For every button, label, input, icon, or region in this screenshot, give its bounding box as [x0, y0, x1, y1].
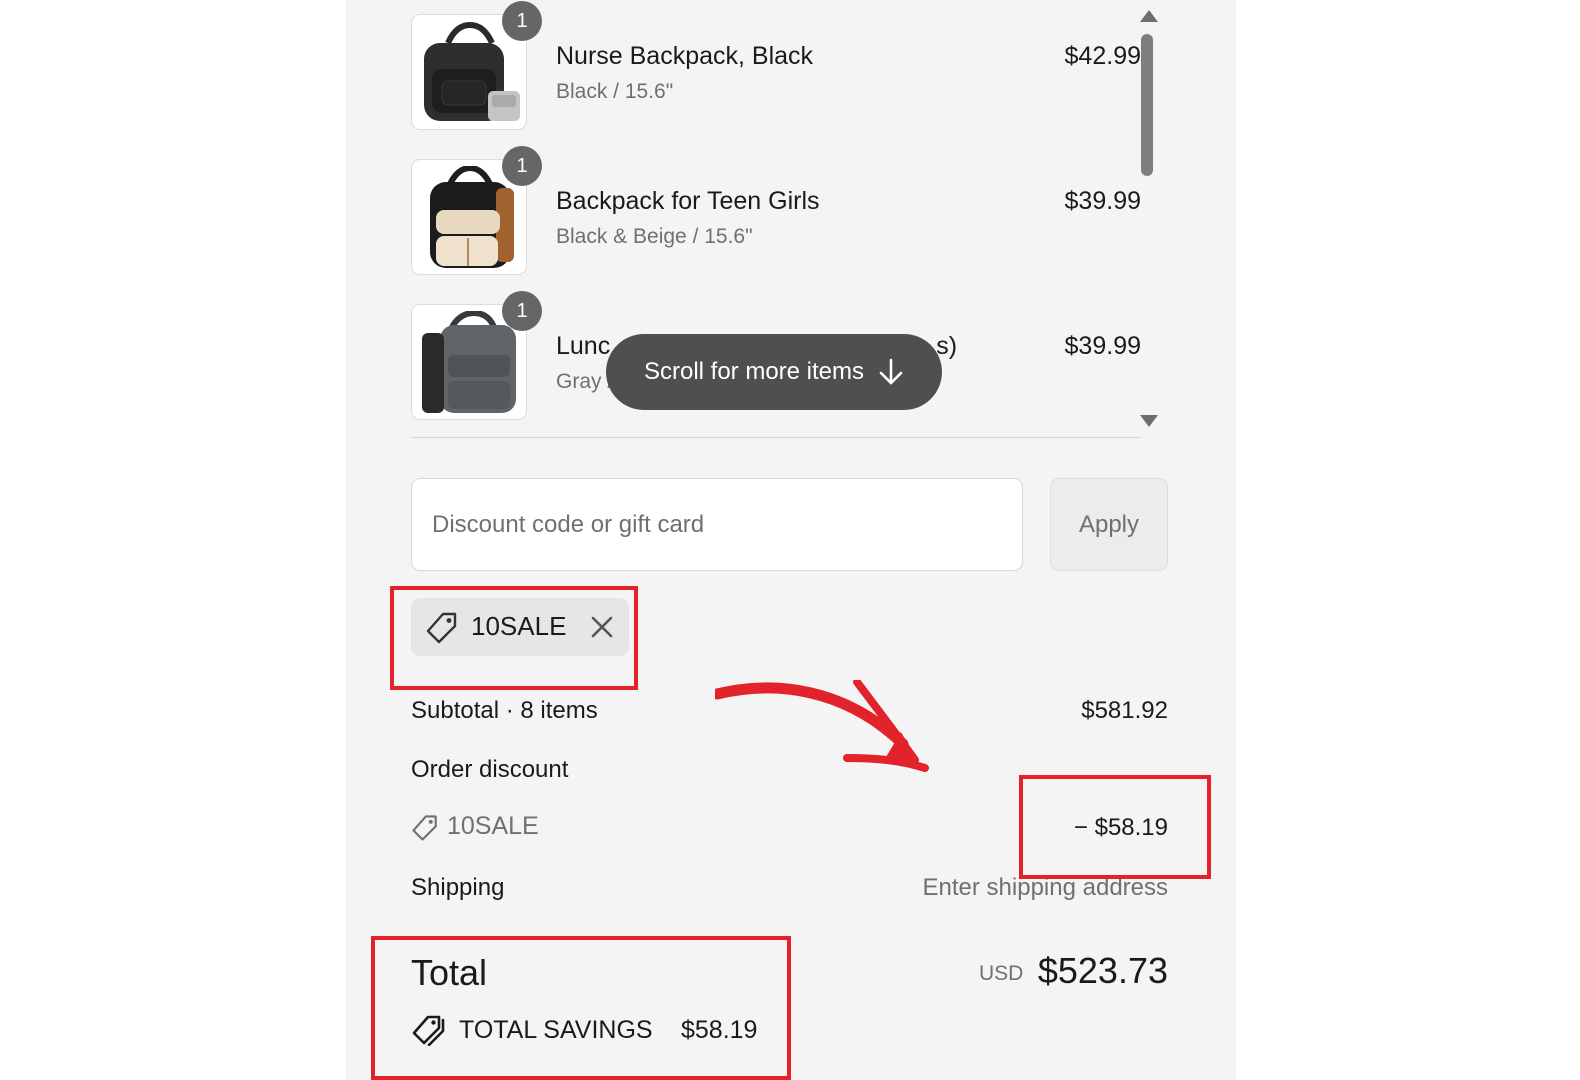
shipping-label: Shipping: [411, 874, 505, 901]
backpack-image: [430, 166, 514, 268]
quantity-badge: 1: [502, 1, 542, 41]
subtotal-label: Subtotal · 8 items: [411, 697, 598, 724]
product-thumbnail: 1: [411, 1, 542, 130]
product-thumbnail: 1: [411, 291, 542, 420]
scroll-hint-label: Scroll for more items: [643, 358, 865, 385]
quantity-badge: 1: [502, 146, 542, 186]
scroll-up-arrow-icon[interactable]: [1140, 10, 1158, 22]
annotation-box-total: [371, 936, 791, 1080]
item-variant: Gray /: [556, 370, 614, 393]
annotation-box-discount-value: [1019, 775, 1211, 879]
item-price: $39.99: [1064, 187, 1141, 215]
divider: [411, 437, 1141, 438]
item-variant: Black & Beige / 15.6": [556, 225, 753, 248]
backpack-image: [422, 311, 516, 413]
subtotal-value: $581.92: [1081, 697, 1168, 724]
item-name: Backpack for Teen Girls: [556, 187, 820, 215]
order-discount-code-label: 10SALE: [447, 812, 539, 840]
product-thumbnail: 1: [411, 146, 542, 275]
annotation-box-discount-code: [390, 586, 638, 690]
item-name: Nurse Backpack, Black: [556, 42, 814, 70]
quantity-badge: 1: [502, 291, 542, 331]
item-price: $42.99: [1064, 42, 1141, 70]
scroll-down-arrow-icon[interactable]: [1140, 415, 1158, 427]
item-price: $39.99: [1064, 332, 1141, 360]
total-value: $523.73: [1037, 950, 1168, 991]
cart-item: 1 Backpack for Teen Girls Black & Beige …: [411, 146, 1141, 279]
discount-code-input[interactable]: [411, 478, 1023, 571]
arrow-down-icon: [879, 358, 903, 385]
backpack-image: [424, 21, 520, 121]
apply-button[interactable]: Apply: [1050, 478, 1168, 571]
item-variant: Black / 15.6": [556, 80, 674, 103]
scrollbar-thumb[interactable]: [1141, 34, 1153, 176]
item-list-scrollbar[interactable]: [1138, 4, 1158, 434]
cart-item: 1 Nurse Backpack, Black Black / 15.6" $4…: [411, 1, 1141, 134]
order-discount-label: Order discount: [411, 756, 569, 783]
scroll-for-more-button[interactable]: Scroll for more items: [606, 334, 942, 410]
annotation-arrow: [715, 680, 929, 772]
tag-icon: [412, 815, 437, 841]
total-currency: USD: [979, 962, 1024, 985]
